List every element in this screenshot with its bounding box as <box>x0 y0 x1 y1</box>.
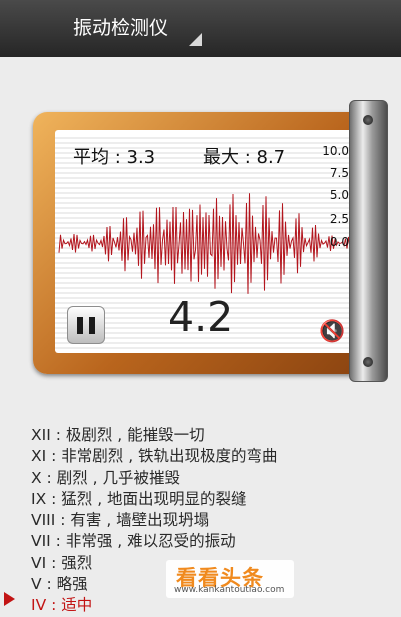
intensity-level: VII : 非常强 , 难以忍受的振动 <box>31 532 236 551</box>
watermark-url: www.kankantoutiao.com <box>174 585 285 595</box>
screw-icon <box>363 115 373 125</box>
average-reading: 平均 : 3.3 <box>73 147 156 168</box>
scale-label: 0.0 <box>329 235 349 249</box>
intensity-level: XI : 非常剧烈 , 铁轨出现极度的弯曲 <box>31 447 278 466</box>
app-title: 振动检测仪 <box>73 17 169 39</box>
triangle-right-icon <box>4 592 15 606</box>
max-reading: 最大 : 8.7 <box>203 147 286 168</box>
intensity-level: IX : 猛烈 , 地面出现明显的裂缝 <box>31 489 247 508</box>
current-reading: 4.2 <box>168 293 234 341</box>
seismograph-screen: 平均 : 3.3 最大 : 8.7 10.0 7.5 5.0 2.5 0.0 4… <box>55 130 353 353</box>
scale-label: 2.5 <box>329 212 349 226</box>
intensity-level-current: IV : 适中 <box>31 596 93 615</box>
sensitivity-slider[interactable] <box>349 100 388 382</box>
scale-label: 7.5 <box>329 166 349 180</box>
scale-label: 10.0 <box>322 144 349 158</box>
pause-button[interactable] <box>67 306 105 344</box>
speaker-muted-icon[interactable]: 🔇 <box>319 319 345 344</box>
menu-corner-icon[interactable] <box>189 33 202 46</box>
scale-label: 5.0 <box>329 188 349 202</box>
intensity-level: VIII : 有害 , 墙壁出现坍塌 <box>31 511 210 530</box>
intensity-level: X : 剧烈 , 几乎被摧毁 <box>31 468 180 487</box>
intensity-level: XII : 极剧烈 , 能摧毁一切 <box>31 426 205 444</box>
screw-icon <box>363 357 373 367</box>
pause-icon <box>77 316 83 334</box>
watermark: 看看头条 www.kankantoutiao.com <box>166 560 294 598</box>
title-bar: 振动检测仪 <box>0 0 401 57</box>
